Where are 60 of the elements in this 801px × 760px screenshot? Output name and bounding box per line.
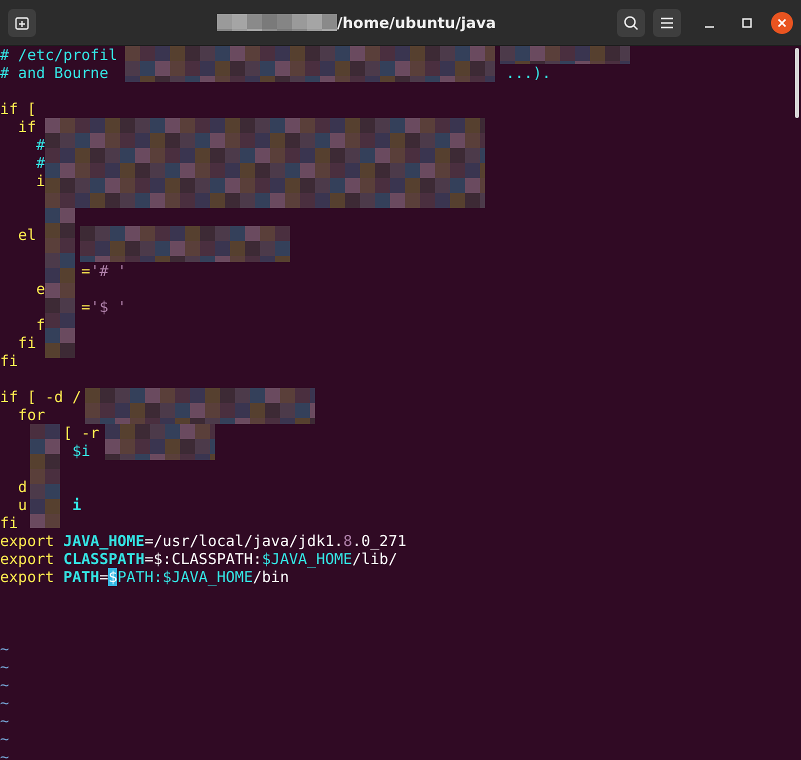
code-text: u xyxy=(17,496,28,514)
code-text: $i xyxy=(71,442,90,460)
code-text: export xyxy=(0,550,54,568)
empty-line-marker: ~ xyxy=(0,730,10,748)
code-text: el xyxy=(17,226,36,244)
code-text: fi xyxy=(17,334,36,352)
code-comment: ...). xyxy=(504,64,551,82)
scrollbar[interactable] xyxy=(795,48,799,118)
code-text: $JAVA_HOME xyxy=(262,550,352,568)
code-text: = xyxy=(80,298,90,316)
search-icon xyxy=(623,14,639,30)
code-text: fi xyxy=(0,352,18,370)
code-text: d xyxy=(17,478,28,496)
minimize-icon xyxy=(704,26,714,28)
close-button[interactable] xyxy=(771,12,793,34)
code-text: [ -r xyxy=(62,424,100,442)
code-text: i xyxy=(35,172,46,190)
code-text: export xyxy=(0,568,54,586)
code-text: export xyxy=(0,532,54,550)
search-button[interactable] xyxy=(617,8,645,36)
code-text: '$ ' xyxy=(90,298,126,316)
empty-line-marker: ~ xyxy=(0,658,10,676)
window-title: /home/ubuntu/java xyxy=(336,14,496,32)
code-text: =$:CLASSPATH: xyxy=(144,550,262,568)
code-comment: # /etc/profil xyxy=(0,46,118,64)
code-text: .0_271 xyxy=(352,532,406,550)
code-text: for xyxy=(17,406,46,424)
new-tab-icon xyxy=(15,16,29,30)
code-text: if xyxy=(17,118,36,136)
code-text: if [ xyxy=(0,100,36,118)
code-text: /bin xyxy=(252,568,289,586)
code-comment: # and Bourne xyxy=(0,64,108,82)
code-text: f xyxy=(35,316,46,334)
code-text: CLASSPATH xyxy=(62,550,144,568)
code-text: fi xyxy=(0,514,18,532)
code-text: /lib/ xyxy=(352,550,398,568)
code-text: =/usr/local/java/jdk1. xyxy=(144,532,344,550)
code-text: i xyxy=(71,496,82,514)
code-text: '# ' xyxy=(90,262,126,280)
menu-icon xyxy=(660,16,674,28)
code-text: if [ -d / xyxy=(0,388,82,406)
new-tab-button[interactable] xyxy=(8,8,36,36)
code-text: = xyxy=(80,262,90,280)
code-text: JAVA_HOME xyxy=(62,532,144,550)
code-text: PATH xyxy=(62,568,100,586)
empty-line-marker: ~ xyxy=(0,676,10,694)
code-text: PATH:$JAVA_HOME xyxy=(117,568,253,586)
text-cursor: $ xyxy=(108,568,118,586)
code-text: 8 xyxy=(343,532,352,550)
empty-line-marker: ~ xyxy=(0,712,10,730)
empty-line-marker: ~ xyxy=(0,640,10,658)
close-icon xyxy=(777,18,787,28)
code-text: = xyxy=(99,568,108,586)
maximize-icon xyxy=(742,18,752,28)
code-text: e xyxy=(35,280,46,298)
code-comment: # xyxy=(35,154,46,172)
empty-line-marker: ~ xyxy=(0,694,10,712)
empty-line-marker: ~ xyxy=(0,748,10,760)
code-comment: # xyxy=(35,136,46,154)
menu-button[interactable] xyxy=(653,8,681,36)
